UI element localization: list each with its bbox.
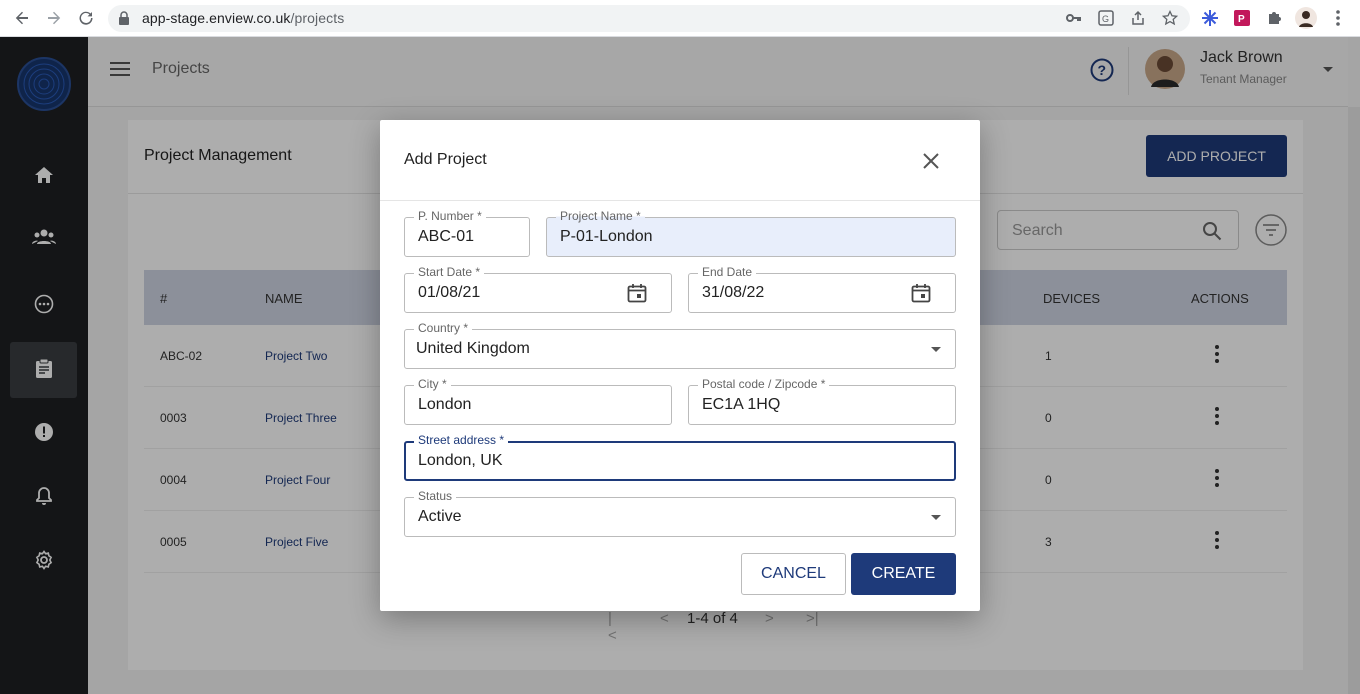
reload-icon[interactable] [74, 6, 98, 30]
p-number-field[interactable]: P. Number * ABC-01 [404, 209, 530, 257]
dialog-title: Add Project [404, 151, 487, 168]
city-field[interactable]: City * London [404, 377, 672, 425]
extension-p-icon[interactable]: P [1230, 6, 1254, 30]
puzzle-icon[interactable] [1262, 6, 1286, 30]
cancel-button[interactable]: CANCEL [741, 553, 846, 595]
create-button[interactable]: CREATE [851, 553, 956, 595]
end-date-field[interactable]: End Date 31/08/22 [688, 265, 956, 313]
translate-icon[interactable]: G [1094, 6, 1118, 30]
chrome-menu-icon[interactable] [1326, 6, 1350, 30]
svg-text:G: G [1102, 14, 1109, 24]
url-text: app-stage.enview.co.uk/projects [142, 10, 345, 26]
start-date-field[interactable]: Start Date * 01/08/21 [404, 265, 672, 313]
extension-spark-icon[interactable] [1198, 6, 1222, 30]
browser-toolbar: app-stage.enview.co.uk/projects G P [0, 0, 1360, 37]
add-project-dialog: Add Project P. Number * ABC-01 Project N… [380, 120, 980, 611]
status-select[interactable]: Status Active [404, 489, 956, 537]
forward-icon[interactable] [42, 6, 66, 30]
svg-text:P: P [1238, 14, 1245, 25]
country-select[interactable]: Country * United Kingdom [404, 321, 956, 369]
project-name-field[interactable]: Project Name * P-01-London [546, 209, 956, 257]
star-icon[interactable] [1158, 6, 1182, 30]
share-icon[interactable] [1126, 6, 1150, 30]
chevron-down-icon [931, 347, 941, 352]
calendar-icon[interactable] [627, 283, 649, 305]
close-icon[interactable] [920, 150, 942, 172]
lock-icon [118, 11, 130, 30]
calendar-icon[interactable] [911, 283, 933, 305]
profile-avatar-icon[interactable] [1294, 6, 1318, 30]
street-address-field[interactable]: Street address * London, UK [404, 433, 956, 481]
key-icon[interactable] [1062, 6, 1086, 30]
chevron-down-icon [931, 515, 941, 520]
postal-code-field[interactable]: Postal code / Zipcode * EC1A 1HQ [688, 377, 956, 425]
back-icon[interactable] [10, 6, 34, 30]
